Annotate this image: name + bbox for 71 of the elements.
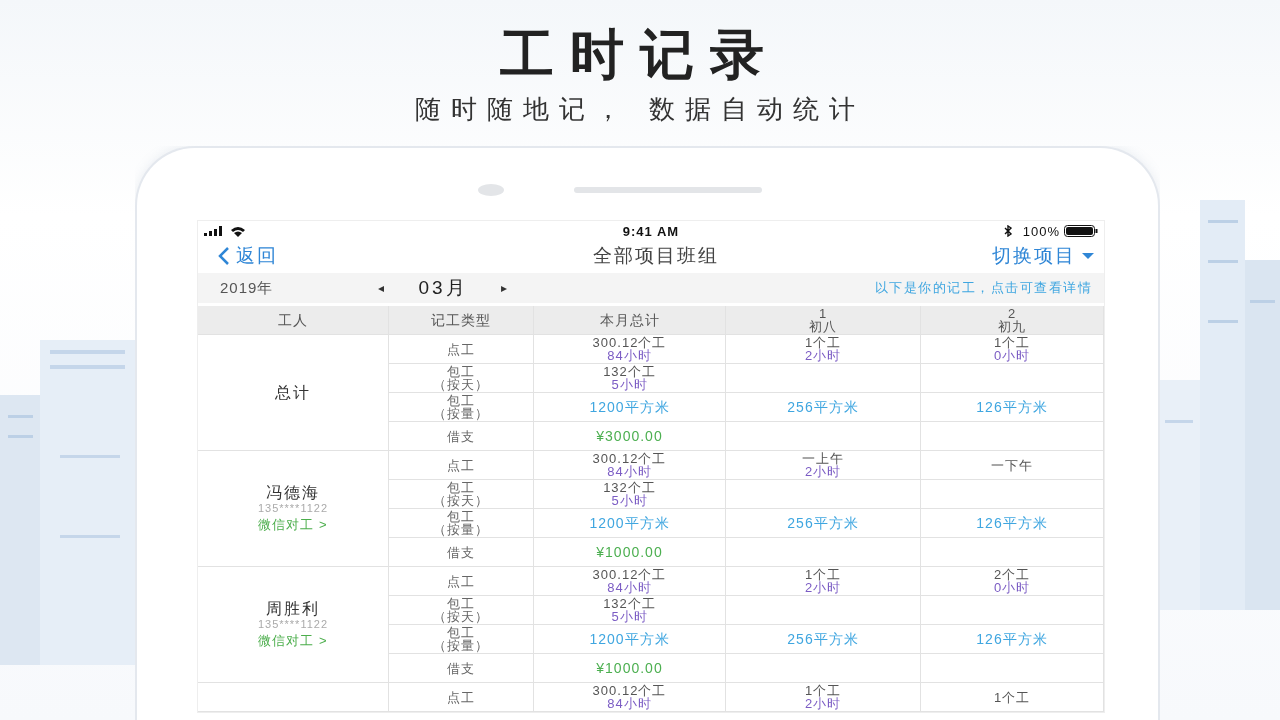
record-type-cell: 点工 (389, 567, 534, 596)
hint-text: 以下是你的记工，点击可查看详情 (874, 279, 1092, 297)
table-cell: 1个工 2小时 (726, 335, 921, 364)
column-header: 2 初九 (921, 306, 1104, 335)
table-cell: ¥1000.00 (596, 661, 663, 675)
table-cell: 一下午 (991, 458, 1033, 472)
table-cell: 2个工 0小时 (921, 567, 1104, 596)
record-type-cell: 点工 (389, 335, 534, 364)
table-cell: 一上午 2小时 (726, 451, 921, 480)
record-type-cell: 借支 (389, 422, 534, 451)
promo-title: 工时记录 (499, 24, 781, 86)
table-cell: 256平方米 (787, 632, 859, 646)
table-cell: ¥1000.00 (596, 545, 663, 559)
worker-name: 周胜利 (266, 602, 320, 615)
record-type-cell: 点工 (389, 451, 534, 480)
speaker-icon (574, 187, 762, 193)
record-type-cell: 包工 （按量） (389, 625, 534, 654)
record-type-cell: 点工 (389, 683, 534, 712)
caret-icon (1082, 252, 1094, 260)
table-cell: ¥3000.00 (596, 429, 663, 443)
back-link[interactable]: 返回 (218, 243, 278, 269)
column-header: 1 初八 (726, 306, 921, 335)
bluetooth-icon (1003, 225, 1013, 237)
table-cell: 132个工 5小时 (534, 596, 726, 625)
table-cell: 300.12个工 84小时 (534, 335, 726, 364)
table-cell: 300.12个工 84小时 (534, 683, 726, 712)
table-cell: 126平方米 (976, 632, 1048, 646)
column-header: 本月总计 (599, 313, 660, 327)
worker-name: 总计 (275, 386, 311, 399)
record-type-cell: 包工 （按天） (389, 596, 534, 625)
table-cell: 1200平方米 (589, 516, 670, 530)
table-cell: 1个工 2小时 (726, 683, 921, 712)
table-cell: 126平方米 (976, 516, 1048, 530)
table-cell: 1个工 (993, 690, 1031, 704)
record-type-cell: 包工 （按量） (389, 509, 534, 538)
year-label: 2019年 (220, 278, 275, 298)
phone-number: 135****1122 (257, 502, 329, 515)
record-type-cell: 借支 (389, 538, 534, 567)
promo-subtitle: 随时随地记， 数据自动统计 (413, 93, 867, 126)
table-cell: 300.12个工 84小时 (534, 567, 726, 596)
wifi-icon (230, 225, 246, 237)
camera-icon (478, 184, 504, 196)
month-label: 03月 (417, 276, 469, 300)
worker-name: 冯德海 (266, 486, 320, 499)
switch-project-button[interactable]: 切换项目 (992, 243, 1094, 269)
table-cell: 126平方米 (976, 400, 1048, 414)
back-chevron-icon (218, 246, 230, 266)
record-type-cell: 包工 （按天） (389, 480, 534, 509)
wechat-check-link[interactable]: 微信对工 > (258, 634, 328, 647)
record-type-cell: 借支 (389, 654, 534, 683)
battery-icon (1064, 225, 1098, 237)
table-cell: 1200平方米 (589, 400, 670, 414)
battery-level: 100% (1022, 223, 1060, 239)
table-cell: 300.12个工 84小时 (534, 451, 726, 480)
next-month-arrow[interactable]: ▸ (493, 281, 516, 295)
previous-month-arrow[interactable]: ◂ (370, 281, 393, 295)
screen-title: 全部项目班组 (593, 244, 719, 268)
record-type-cell: 包工 （按天） (389, 364, 534, 393)
table-cell: 1个工 2小时 (726, 567, 921, 596)
column-header: 记工类型 (431, 313, 491, 327)
table-cell: 1个工 0小时 (921, 335, 1104, 364)
phone-number: 135****1122 (257, 618, 329, 631)
column-header: 工人 (278, 313, 308, 327)
table-cell: 256平方米 (787, 516, 859, 530)
table-cell: 256平方米 (787, 400, 859, 414)
record-type-cell: 包工 （按量） (389, 393, 534, 422)
table-cell: 132个工 5小时 (534, 364, 726, 393)
wechat-check-link[interactable]: 微信对工 > (258, 518, 328, 531)
table-cell: 1200平方米 (589, 632, 670, 646)
status-time: 9:41 AM (622, 223, 680, 239)
table-cell: 132个工 5小时 (534, 480, 726, 509)
